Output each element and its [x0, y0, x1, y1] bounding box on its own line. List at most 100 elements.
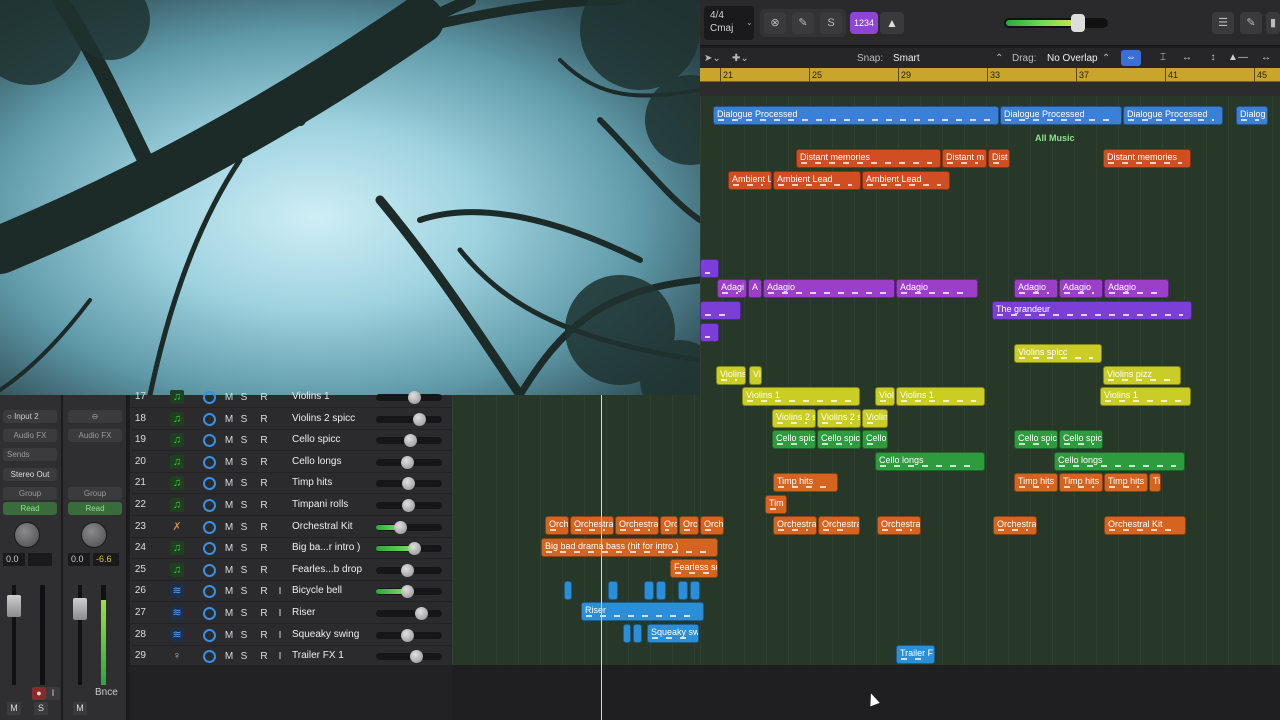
- track-on-off-icon[interactable]: [203, 434, 216, 448]
- track-volume-knob[interactable]: [408, 542, 422, 556]
- region[interactable]: Distant memories: [1103, 149, 1191, 168]
- region[interactable]: Violins 1: [742, 387, 860, 406]
- region[interactable]: Ti: [1149, 473, 1161, 492]
- region[interactable]: Squeaky sw: [647, 624, 699, 643]
- region[interactable]: Orchestral Kit: [1104, 516, 1186, 535]
- region[interactable]: Fearless su: [670, 559, 718, 578]
- track-on-off-icon[interactable]: [203, 520, 216, 534]
- horizontal-zoom-icon[interactable]: ↔: [1256, 50, 1276, 66]
- region[interactable]: Adagio: [896, 279, 978, 298]
- region[interactable]: Adagio: [763, 279, 895, 298]
- track-solo-button[interactable]: S: [238, 564, 250, 577]
- vertical-fit-icon[interactable]: ⌶: [1153, 50, 1173, 66]
- track-header-24[interactable]: 24 ♫ M S R Big ba...r intro ): [130, 538, 452, 560]
- track-mute-button[interactable]: M: [223, 542, 235, 555]
- region[interactable]: Viol: [875, 387, 895, 406]
- track-record-button[interactable]: R: [258, 521, 270, 534]
- track-record-button[interactable]: R: [258, 434, 270, 447]
- track-volume-knob[interactable]: [402, 477, 416, 491]
- track-header-26[interactable]: 26 ≋ M S R I Bicycle bell: [130, 581, 452, 603]
- track-volume-knob[interactable]: [401, 455, 414, 469]
- track-volume-knob[interactable]: [393, 520, 407, 534]
- snap-chevron-icon[interactable]: ⌃: [995, 53, 1003, 64]
- track-solo-button[interactable]: S: [238, 413, 250, 426]
- drag-chevron-icon[interactable]: ⌃: [1102, 53, 1110, 64]
- region[interactable]: Violins 1: [1100, 387, 1191, 406]
- track-on-off-icon[interactable]: [203, 563, 216, 577]
- count-in-button[interactable]: 1234: [850, 12, 878, 34]
- region[interactable]: Vi: [749, 366, 762, 385]
- group-slot[interactable]: Group: [68, 487, 122, 500]
- track-record-button[interactable]: R: [258, 629, 270, 642]
- mute-button[interactable]: M: [7, 702, 21, 715]
- region[interactable]: [678, 581, 688, 600]
- track-solo-button[interactable]: S: [238, 499, 250, 512]
- track-solo-button[interactable]: S: [238, 585, 250, 598]
- lcd-chevron-icon[interactable]: ⌄: [746, 18, 753, 27]
- track-header-23[interactable]: 23 ✗ M S R Orchestral Kit: [130, 517, 452, 538]
- track-header-18[interactable]: 18 ♫ M S R Violins 2 spicc: [130, 409, 452, 430]
- track-header-17[interactable]: 17 ♫ M S R Violins 1: [130, 387, 452, 408]
- track-name[interactable]: Squeaky swing: [292, 629, 372, 640]
- region[interactable]: A: [748, 279, 762, 298]
- track-solo-button[interactable]: S: [238, 477, 250, 490]
- input-monitor-button[interactable]: I: [46, 687, 60, 700]
- region[interactable]: Dist: [988, 149, 1010, 168]
- region[interactable]: Orc: [679, 516, 699, 535]
- track-name[interactable]: Fearles...b drop: [292, 564, 372, 575]
- region[interactable]: Timp hits: [1014, 473, 1058, 492]
- track-on-off-icon[interactable]: [203, 542, 216, 556]
- drag-select[interactable]: No Overlap: [1047, 53, 1098, 64]
- track-input-monitor-button[interactable]: I: [274, 650, 286, 663]
- volume-fader-cap[interactable]: [73, 598, 87, 620]
- solo-mode-icon[interactable]: S: [820, 12, 842, 34]
- track-name[interactable]: Violins 2 spicc: [292, 413, 372, 424]
- track-header-25[interactable]: 25 ♫ M S R Fearles...b drop: [130, 560, 452, 581]
- track-volume-knob[interactable]: [401, 563, 414, 577]
- track-record-button[interactable]: R: [258, 477, 270, 490]
- region[interactable]: Violins 2 s: [817, 409, 861, 428]
- automation-mode-slot[interactable]: Read: [3, 502, 57, 515]
- region[interactable]: Adagio: [1014, 279, 1058, 298]
- link-icon[interactable]: ⊖: [68, 410, 122, 423]
- region[interactable]: [623, 624, 631, 643]
- track-input-monitor-button[interactable]: I: [274, 629, 286, 642]
- track-solo-button[interactable]: S: [238, 629, 250, 642]
- track-solo-button[interactable]: S: [238, 391, 250, 404]
- region[interactable]: Ambient Lead: [773, 171, 861, 190]
- track-header-22[interactable]: 22 ♫ M S R Timpani rolls: [130, 495, 452, 516]
- region[interactable]: Orchestra: [615, 516, 659, 535]
- track-mute-button[interactable]: M: [223, 521, 235, 534]
- region[interactable]: Ambient L: [728, 171, 772, 190]
- region[interactable]: Cello longs: [875, 452, 985, 471]
- track-on-off-icon[interactable]: [203, 412, 216, 426]
- track-record-button[interactable]: R: [258, 499, 270, 512]
- track-volume-slider[interactable]: [376, 610, 442, 617]
- track-volume-knob[interactable]: [414, 607, 428, 620]
- horizontal-fit-icon[interactable]: ↔: [1177, 50, 1197, 66]
- track-mute-button[interactable]: M: [223, 456, 235, 469]
- replace-icon[interactable]: ⊗: [764, 12, 786, 34]
- track-solo-button[interactable]: S: [238, 434, 250, 447]
- track-mute-button[interactable]: M: [223, 607, 235, 620]
- track-solo-button[interactable]: S: [238, 521, 250, 534]
- region[interactable]: [633, 624, 642, 643]
- track-on-off-icon[interactable]: [203, 650, 216, 664]
- region[interactable]: Cello spic: [772, 430, 816, 449]
- track-on-off-icon[interactable]: [203, 628, 216, 642]
- region[interactable]: [608, 581, 618, 600]
- region[interactable]: Orchestra: [570, 516, 614, 535]
- track-record-button[interactable]: R: [258, 585, 270, 598]
- track-solo-button[interactable]: S: [238, 542, 250, 555]
- region[interactable]: Timp hits: [1059, 473, 1103, 492]
- pointer-tool-icon[interactable]: ➤⌄: [704, 53, 721, 64]
- group-slot[interactable]: Group: [3, 487, 57, 500]
- region[interactable]: Cello: [862, 430, 888, 449]
- region[interactable]: Orchestra: [773, 516, 817, 535]
- region[interactable]: Violins spicc: [1014, 344, 1102, 363]
- audio-fx-slot[interactable]: Audio FX: [68, 429, 122, 442]
- region[interactable]: Orch: [700, 516, 724, 535]
- track-header-28[interactable]: 28 ≋ M S R I Squeaky swing: [130, 625, 452, 646]
- track-mute-button[interactable]: M: [223, 585, 235, 598]
- region[interactable]: Orchestra: [818, 516, 860, 535]
